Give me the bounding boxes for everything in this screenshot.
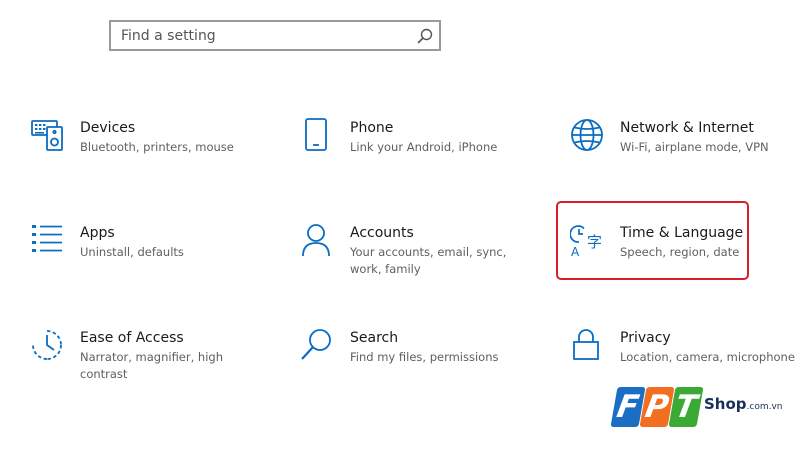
settings-tile-devices[interactable]: Devices Bluetooth, printers, mouse	[30, 118, 270, 188]
keyboard-speaker-icon	[31, 120, 63, 151]
tile-description: Bluetooth, printers, mouse	[80, 140, 234, 154]
tile-description: Location, camera, microphone	[620, 350, 795, 364]
tile-title: Time & Language	[620, 225, 744, 241]
person-icon	[302, 224, 330, 257]
search-input[interactable]	[111, 22, 417, 49]
magnifier-icon	[301, 329, 331, 360]
settings-tile-search[interactable]: Search Find my files, permissions	[300, 328, 540, 398]
tile-title: Search	[350, 330, 399, 346]
lock-icon	[573, 329, 599, 360]
tile-description: Narrator, magnifier, high contrast	[80, 350, 223, 381]
tile-title: Network & Internet	[620, 120, 754, 136]
tile-description: Link your Android, iPhone	[350, 140, 498, 154]
logo-letter-t: T	[668, 387, 704, 427]
svg-text:字: 字	[587, 233, 602, 251]
tile-description: Your accounts, email, sync, work, family	[350, 245, 507, 276]
tile-title: Privacy	[620, 330, 671, 346]
logo-domain-text: .com.vn	[746, 402, 783, 412]
tile-description: Uninstall, defaults	[80, 245, 184, 259]
phone-icon	[305, 118, 327, 151]
search-icon[interactable]	[416, 27, 434, 45]
settings-tile-apps[interactable]: Apps Uninstall, defaults	[30, 223, 270, 293]
tile-title: Phone	[350, 120, 394, 136]
tile-title: Devices	[80, 120, 136, 136]
tile-description: Wi-Fi, airplane mode, VPN	[620, 140, 769, 154]
settings-tile-phone[interactable]: Phone Link your Android, iPhone	[300, 118, 540, 188]
tile-title: Accounts	[350, 225, 414, 241]
svg-text:A: A	[571, 245, 580, 259]
ease-of-access-icon	[32, 330, 62, 360]
tile-description: Speech, region, date	[620, 245, 740, 259]
fptshop-logo: F P T Shop.com.vn	[610, 385, 794, 429]
search-box[interactable]	[109, 20, 441, 51]
logo-letter-text: T	[672, 389, 700, 425]
globe-icon	[571, 119, 603, 151]
settings-tile-network[interactable]: Network & Internet Wi-Fi, airplane mode,…	[570, 118, 800, 188]
list-icon	[32, 225, 62, 252]
tile-description: Find my files, permissions	[350, 350, 499, 364]
tile-title: Ease of Access	[80, 330, 184, 346]
settings-tile-time-language[interactable]: A 字 Time & Language Speech, region, date	[570, 223, 800, 293]
settings-tile-accounts[interactable]: Accounts Your accounts, email, sync, wor…	[300, 223, 540, 293]
time-language-icon: A 字	[570, 225, 602, 259]
settings-tile-ease-of-access[interactable]: Ease of Access Narrator, magnifier, high…	[30, 328, 270, 398]
logo-shop-text: Shop	[704, 395, 747, 413]
tile-title: Apps	[80, 225, 115, 241]
logo-wordmark: Shop.com.vn	[704, 395, 783, 413]
